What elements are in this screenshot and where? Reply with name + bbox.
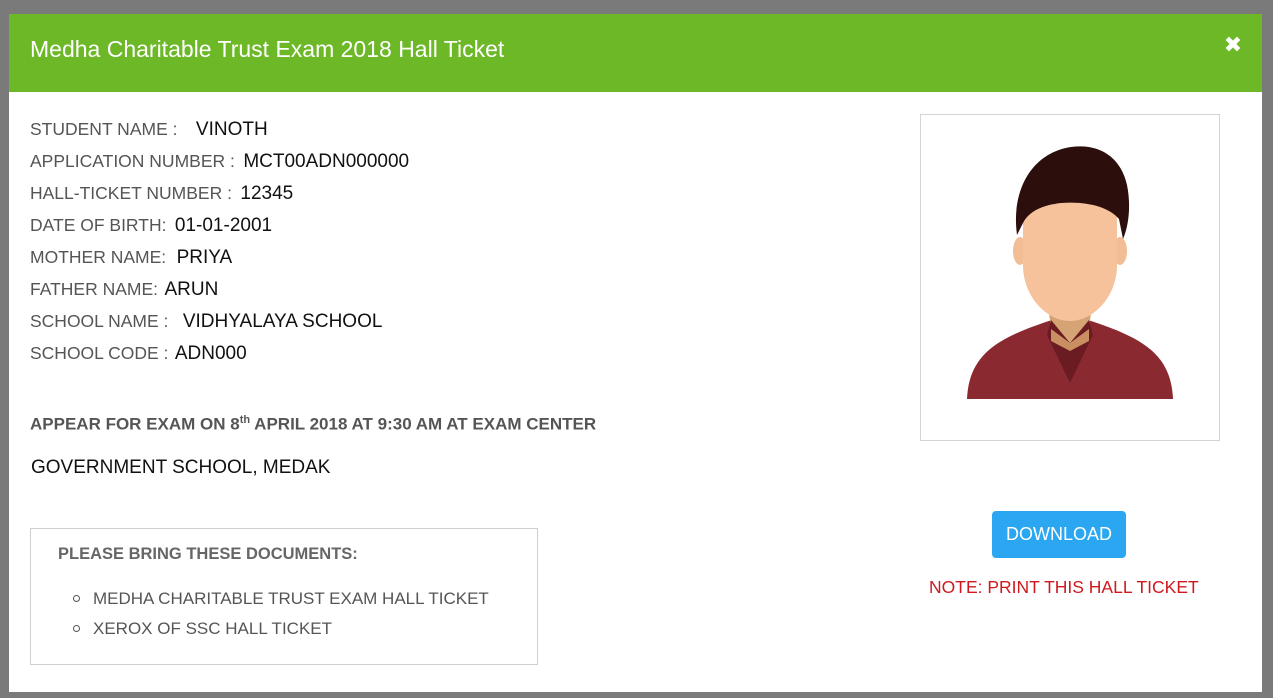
document-item: MEDHA CHARITABLE TRUST EXAM HALL TICKET bbox=[73, 589, 489, 609]
application-number-row: APPLICATION NUMBER : MCT00ADN000000 bbox=[30, 151, 409, 173]
student-name-label: STUDENT NAME : bbox=[30, 119, 178, 139]
date-of-birth-row: DATE OF BIRTH: 01-01-2001 bbox=[30, 215, 272, 237]
father-name-value: ARUN bbox=[164, 279, 219, 300]
document-item-label: MEDHA CHARITABLE TRUST EXAM HALL TICKET bbox=[93, 589, 489, 608]
exam-center: GOVERNMENT SCHOOL, MEDAK bbox=[31, 457, 331, 478]
school-name-label: SCHOOL NAME : bbox=[30, 311, 169, 331]
father-name-row: FATHER NAME: ARUN bbox=[30, 279, 218, 301]
father-name-label: FATHER NAME: bbox=[30, 279, 159, 299]
download-button[interactable]: DOWNLOAD bbox=[992, 511, 1126, 558]
school-name-value: VIDHYALAYA SCHOOL bbox=[182, 311, 383, 332]
exam-schedule-prefix: APPEAR FOR EXAM ON 8 bbox=[30, 414, 240, 434]
close-icon[interactable]: ✖ bbox=[1220, 33, 1246, 59]
date-of-birth-label: DATE OF BIRTH: bbox=[30, 215, 167, 235]
document-item: XEROX OF SSC HALL TICKET bbox=[73, 619, 333, 639]
exam-schedule: APPEAR FOR EXAM ON 8th APRIL 2018 AT 9:3… bbox=[30, 414, 596, 435]
school-code-label: SCHOOL CODE : bbox=[30, 343, 169, 363]
application-number-value: MCT00ADN000000 bbox=[243, 151, 410, 172]
document-item-label: XEROX OF SSC HALL TICKET bbox=[93, 619, 333, 638]
hall-ticket-modal: Medha Charitable Trust Exam 2018 Hall Ti… bbox=[9, 14, 1262, 692]
documents-box: PLEASE BRING THESE DOCUMENTS: MEDHA CHAR… bbox=[30, 528, 538, 665]
mother-name-value: PRIYA bbox=[176, 247, 233, 268]
modal-title: Medha Charitable Trust Exam 2018 Hall Ti… bbox=[30, 36, 505, 62]
modal-header: Medha Charitable Trust Exam 2018 Hall Ti… bbox=[9, 14, 1262, 92]
hall-ticket-number-row: HALL-TICKET NUMBER : 12345 bbox=[30, 183, 293, 205]
application-number-label: APPLICATION NUMBER : bbox=[30, 151, 235, 171]
hall-ticket-number-value: 12345 bbox=[240, 183, 294, 204]
exam-schedule-suffix: APRIL 2018 AT 9:30 AM AT EXAM CENTER bbox=[250, 414, 597, 434]
bullet-icon bbox=[73, 595, 80, 602]
school-name-row: SCHOOL NAME : VIDHYALAYA SCHOOL bbox=[30, 311, 382, 333]
documents-heading: PLEASE BRING THESE DOCUMENTS: bbox=[58, 545, 358, 563]
student-photo bbox=[920, 114, 1220, 441]
date-of-birth-value: 01-01-2001 bbox=[174, 215, 273, 236]
hall-ticket-number-label: HALL-TICKET NUMBER : bbox=[30, 183, 232, 203]
school-code-row: SCHOOL CODE : ADN000 bbox=[30, 343, 247, 365]
mother-name-label: MOTHER NAME: bbox=[30, 247, 167, 267]
avatar-placeholder-icon bbox=[967, 146, 1173, 399]
bullet-icon bbox=[73, 625, 80, 632]
school-code-value: ADN000 bbox=[174, 343, 247, 364]
student-name-row: STUDENT NAME : VINOTH bbox=[30, 119, 268, 141]
print-note: NOTE: PRINT THIS HALL TICKET bbox=[929, 577, 1199, 597]
student-name-value: VINOTH bbox=[195, 119, 268, 140]
mother-name-row: MOTHER NAME: PRIYA bbox=[30, 247, 232, 269]
exam-schedule-ordinal: th bbox=[239, 414, 251, 426]
